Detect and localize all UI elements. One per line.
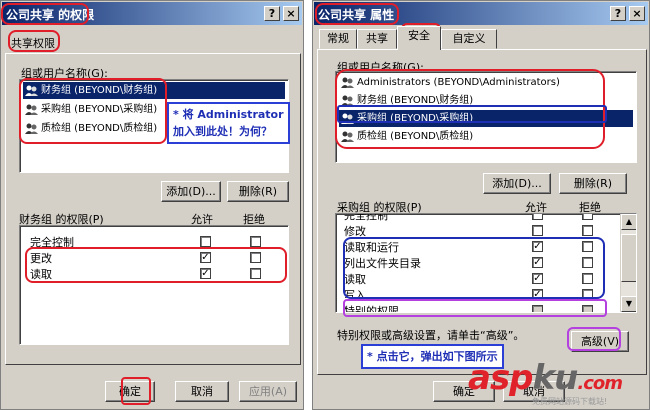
- share-permissions-dialog: 公司共享 的权限 ? × 共享权限 组或用户名称(G): 财务组 (BEYOND…: [0, 0, 304, 410]
- remove-button[interactable]: 删除(R): [227, 181, 289, 202]
- close-button[interactable]: ×: [283, 6, 299, 21]
- special-hint: 特别权限或高级设置，请单击“高级”。: [337, 329, 525, 342]
- deny-checkbox[interactable]: [582, 225, 593, 236]
- cancel-button[interactable]: 取消: [175, 381, 229, 402]
- allow-checkbox[interactable]: [200, 236, 211, 247]
- allow-checkbox[interactable]: [532, 225, 543, 236]
- perms-highlight: [25, 247, 287, 283]
- permission-list: 完全控制 更改 ✓ 读取 ✓: [19, 225, 289, 345]
- remove-button[interactable]: 删除(R): [559, 173, 627, 194]
- advanced-highlight: [567, 327, 621, 351]
- perms-highlight: [343, 237, 605, 299]
- tab-security[interactable]: 安全: [397, 26, 441, 50]
- tab-general[interactable]: 常规: [319, 29, 357, 49]
- watermark-subtitle: 免费网站源码下载站!: [532, 397, 608, 406]
- watermark-logo: aspku.com: [468, 358, 623, 398]
- special-perms-highlight: [343, 299, 607, 317]
- help-button[interactable]: ?: [610, 6, 626, 21]
- scroll-up-icon[interactable]: ▲: [621, 214, 636, 230]
- title-highlight: [315, 3, 399, 25]
- allow-checkbox[interactable]: [532, 214, 543, 220]
- add-button[interactable]: 添加(D)...: [161, 181, 221, 202]
- note-line-1: * 将 Administrator: [173, 108, 284, 121]
- note-line-2: 加入到此处！为何？: [173, 125, 272, 138]
- permission-scrollbar[interactable]: ▲ ▼: [620, 214, 636, 312]
- close-button[interactable]: ×: [629, 6, 645, 21]
- selected-user-highlight: [337, 105, 607, 123]
- properties-dialog: 公司共享 属性 ? × 常规 共享 安全 自定义 组或用户名称(G): Admi…: [312, 0, 650, 410]
- scroll-down-icon[interactable]: ▼: [621, 296, 636, 312]
- ok-highlight: [121, 377, 151, 405]
- tab-custom[interactable]: 自定义: [441, 29, 497, 49]
- tab-sharing[interactable]: 共享: [357, 29, 397, 49]
- deny-checkbox[interactable]: [250, 236, 261, 247]
- deny-checkbox[interactable]: [582, 214, 593, 220]
- help-button[interactable]: ?: [264, 6, 280, 21]
- add-button[interactable]: 添加(D)...: [483, 173, 551, 194]
- annotation-note: * 将 Administrator 加入到此处！为何？: [167, 102, 290, 144]
- tab-highlight: [8, 30, 60, 52]
- watermark-brand-c: .com: [577, 373, 623, 394]
- title-highlight: [1, 3, 89, 25]
- scroll-thumb[interactable]: [621, 234, 636, 282]
- apply-button[interactable]: 应用(A): [239, 381, 297, 402]
- perm-label: 完全控制: [344, 213, 388, 222]
- watermark-brand-a: asp: [468, 358, 534, 398]
- users-highlight: [19, 78, 167, 144]
- watermark-brand-b: ku: [532, 358, 579, 398]
